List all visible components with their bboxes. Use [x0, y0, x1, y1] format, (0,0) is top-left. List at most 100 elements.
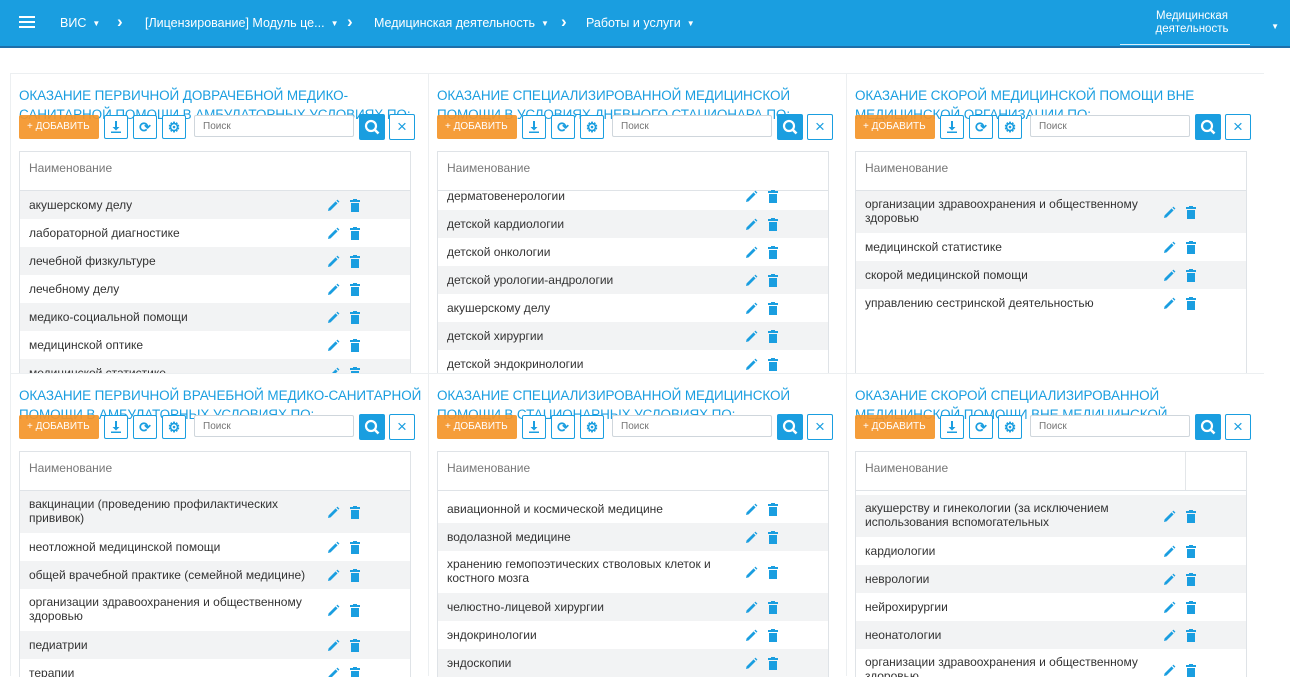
table-row[interactable]: неотложной медицинской помощи — [20, 533, 410, 561]
table-row[interactable]: лечебному делу — [20, 275, 410, 303]
table-row[interactable]: организации здравоохранения и общественн… — [20, 589, 410, 631]
clear-search-button[interactable]: × — [807, 414, 833, 440]
trash-icon[interactable] — [350, 255, 360, 268]
edit-icon[interactable] — [744, 330, 758, 344]
search-input[interactable] — [1030, 115, 1190, 137]
add-button[interactable]: + ДОБАВИТЬ — [855, 415, 935, 439]
table-row[interactable]: детской эндокринологии — [438, 350, 828, 373]
table-row[interactable]: организации здравоохранения и общественн… — [856, 191, 1246, 233]
edit-icon[interactable] — [744, 531, 758, 545]
trash-icon[interactable] — [350, 604, 360, 617]
table-row[interactable]: кардиологии — [856, 537, 1246, 565]
settings-button[interactable]: ⚙ — [162, 415, 186, 439]
add-button[interactable]: + ДОБАВИТЬ — [19, 415, 99, 439]
search-input[interactable] — [612, 115, 772, 137]
trash-icon[interactable] — [768, 330, 778, 343]
search-input[interactable] — [194, 415, 354, 437]
table-row[interactable]: медицинской статистике — [20, 359, 410, 373]
edit-icon[interactable] — [326, 283, 340, 297]
column-header-name[interactable]: Наименование — [20, 152, 410, 191]
trash-icon[interactable] — [768, 190, 778, 203]
table-row[interactable]: детской онкологии — [438, 238, 828, 266]
edit-icon[interactable] — [744, 657, 758, 671]
column-header-name[interactable]: Наименование — [856, 152, 1246, 191]
breadcrumb-module[interactable]: [Лицензирование] Модуль це... ▼ — [145, 16, 338, 30]
trash-icon[interactable] — [350, 339, 360, 352]
activity-type-select[interactable]: Медицинская деятельность ▼ — [1118, 8, 1290, 46]
table-row[interactable]: авиационной и космической медицине — [438, 495, 828, 523]
table-row[interactable]: общей врачебной практике (семейной медиц… — [20, 561, 410, 589]
table-row[interactable]: акушерскому делу — [20, 191, 410, 219]
search-button[interactable] — [1195, 414, 1221, 440]
edit-icon[interactable] — [326, 339, 340, 353]
trash-icon[interactable] — [1186, 545, 1196, 558]
table-row[interactable]: терапии — [20, 659, 410, 677]
table-row[interactable]: дерматовенерологии — [438, 182, 828, 210]
trash-icon[interactable] — [1186, 629, 1196, 642]
table-row[interactable]: детской урологии-андрологии — [438, 266, 828, 294]
clear-search-button[interactable]: × — [1225, 414, 1251, 440]
app-selector[interactable]: ВИС ▼ — [60, 16, 100, 30]
table-row[interactable]: детской хирургии — [438, 322, 828, 350]
edit-icon[interactable] — [1162, 545, 1176, 559]
table-row[interactable]: медико-социальной помощи — [20, 303, 410, 331]
table-row[interactable]: челюстно-лицевой хирургии — [438, 593, 828, 621]
trash-icon[interactable] — [768, 274, 778, 287]
trash-icon[interactable] — [350, 283, 360, 296]
edit-icon[interactable] — [326, 667, 340, 677]
trash-icon[interactable] — [768, 218, 778, 231]
table-row[interactable]: хранению гемопоэтических стволовых клето… — [438, 551, 828, 593]
table-row[interactable]: вакцинации (проведению профилактических … — [20, 491, 410, 533]
trash-icon[interactable] — [1186, 601, 1196, 614]
column-header-name[interactable]: Наименование — [438, 452, 828, 491]
edit-icon[interactable] — [326, 199, 340, 213]
trash-icon[interactable] — [1186, 573, 1196, 586]
trash-icon[interactable] — [768, 566, 778, 579]
edit-icon[interactable] — [326, 506, 340, 520]
edit-icon[interactable] — [1162, 664, 1176, 677]
table-row[interactable]: эндокринологии — [438, 621, 828, 649]
table-row[interactable]: лечебной физкультуре — [20, 247, 410, 275]
edit-icon[interactable] — [744, 629, 758, 643]
download-button[interactable] — [104, 415, 128, 439]
settings-button[interactable]: ⚙ — [998, 115, 1022, 139]
search-input[interactable] — [1030, 415, 1190, 437]
clear-search-button[interactable]: × — [807, 114, 833, 140]
trash-icon[interactable] — [768, 246, 778, 259]
edit-icon[interactable] — [744, 503, 758, 517]
trash-icon[interactable] — [1186, 510, 1196, 523]
trash-icon[interactable] — [1186, 297, 1196, 310]
edit-icon[interactable] — [744, 274, 758, 288]
add-button[interactable]: + ДОБАВИТЬ — [437, 415, 517, 439]
edit-icon[interactable] — [1162, 241, 1176, 255]
edit-icon[interactable] — [744, 246, 758, 260]
edit-icon[interactable] — [326, 311, 340, 325]
table-row[interactable]: медицинской статистике — [856, 233, 1246, 261]
table-row[interactable]: неврологии — [856, 565, 1246, 593]
edit-icon[interactable] — [1162, 573, 1176, 587]
settings-button[interactable]: ⚙ — [580, 415, 604, 439]
table-row[interactable]: организации здравоохранения и общественн… — [856, 649, 1246, 677]
table-row[interactable]: неонатологии — [856, 621, 1246, 649]
trash-icon[interactable] — [350, 667, 360, 677]
search-button[interactable] — [359, 414, 385, 440]
trash-icon[interactable] — [350, 506, 360, 519]
table-row[interactable]: водолазной медицине — [438, 523, 828, 551]
trash-icon[interactable] — [768, 601, 778, 614]
edit-icon[interactable] — [326, 569, 340, 583]
trash-icon[interactable] — [350, 311, 360, 324]
trash-icon[interactable] — [1186, 241, 1196, 254]
download-button[interactable] — [522, 115, 546, 139]
settings-button[interactable]: ⚙ — [580, 115, 604, 139]
search-button[interactable] — [1195, 114, 1221, 140]
edit-icon[interactable] — [744, 358, 758, 372]
edit-icon[interactable] — [1162, 601, 1176, 615]
refresh-button[interactable]: ⟳ — [969, 115, 993, 139]
edit-icon[interactable] — [744, 302, 758, 316]
refresh-button[interactable]: ⟳ — [551, 415, 575, 439]
trash-icon[interactable] — [350, 569, 360, 582]
table-row[interactable]: медицинской оптике — [20, 331, 410, 359]
trash-icon[interactable] — [350, 227, 360, 240]
table-row[interactable]: нейрохирургии — [856, 593, 1246, 621]
trash-icon[interactable] — [1186, 269, 1196, 282]
